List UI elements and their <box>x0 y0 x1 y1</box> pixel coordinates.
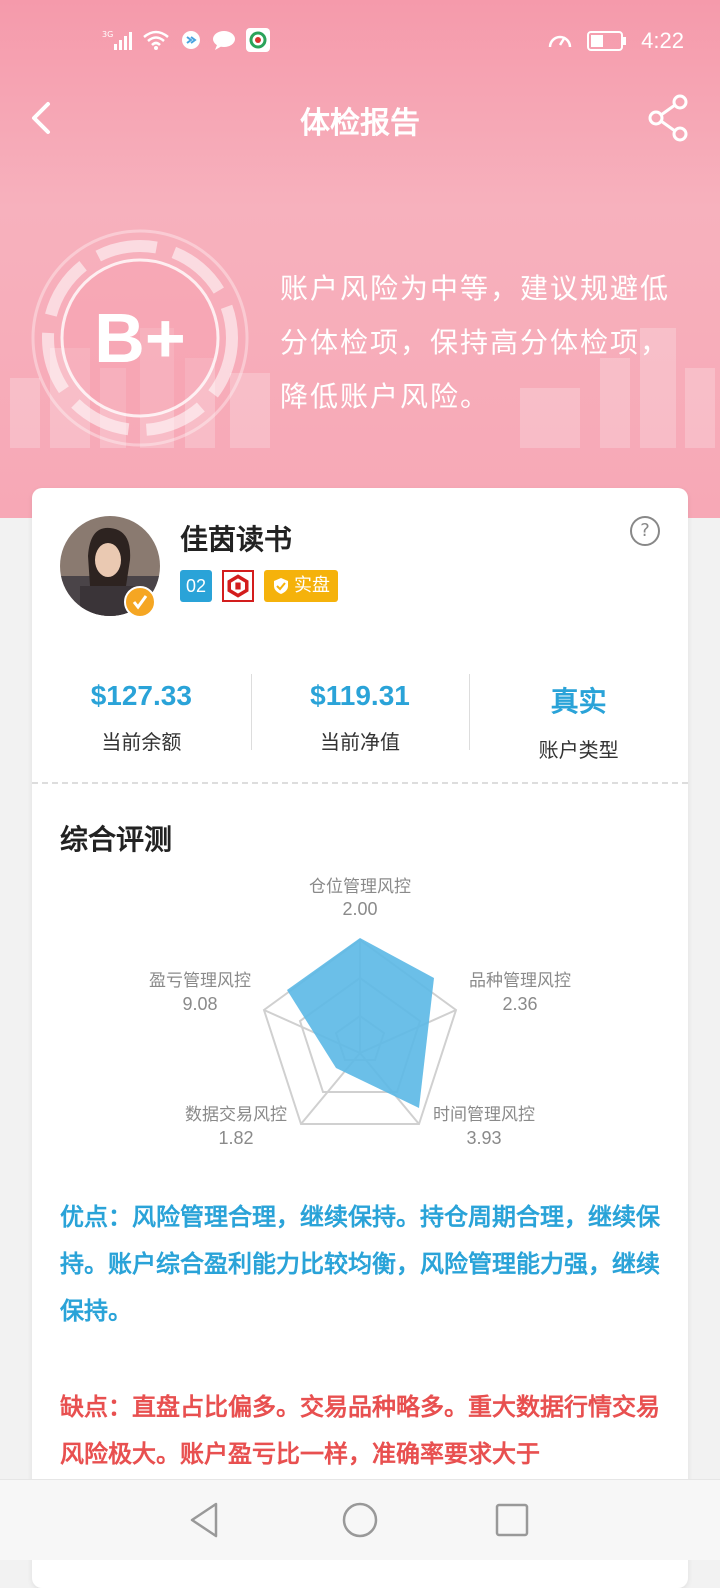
back-triangle-icon[interactable] <box>186 1500 226 1540</box>
signal-icon: 3G <box>102 30 132 50</box>
axis-value-position: 2.00 <box>342 899 377 919</box>
speed-icon <box>548 35 572 48</box>
home-circle-icon[interactable] <box>340 1500 380 1540</box>
shield-check-icon <box>274 578 289 594</box>
account-stats: $127.33 当前余额 $119.31 当前净值 真实 账户类型 <box>32 668 688 762</box>
broker-logo-icon <box>222 570 255 602</box>
axis-value-pnl: 9.08 <box>182 994 217 1014</box>
clock: 4:22 <box>641 28 684 53</box>
user-tags: 02 实盘 <box>180 570 339 602</box>
help-icon[interactable]: ? <box>630 516 660 546</box>
recent-apps-icon[interactable] <box>492 1500 532 1540</box>
axis-value-data-trading: 1.82 <box>218 1128 253 1148</box>
account-type-label: 账户类型 <box>538 738 619 762</box>
report-header-banner: 3G 4:22 体检报告 B+ 账户风险为中等，建议规避低分体检项，保持高分体检… <box>0 0 720 518</box>
real-account-label: 实盘 <box>294 575 331 596</box>
real-account-badge: 实盘 <box>264 570 339 602</box>
svg-text:3G: 3G <box>102 30 113 39</box>
wifi-icon <box>143 30 169 50</box>
status-bar: 3G 4:22 <box>0 0 720 84</box>
system-nav-bar <box>0 1479 720 1560</box>
report-card: 佳茵读书 02 实盘 ? $127.33 当前余额 $119.31 当前净值 真… <box>32 488 688 1588</box>
risk-summary-text: 账户风险为中等，建议规避低分体检项，保持高分体检项，降低账户风险。 <box>280 272 671 413</box>
balance-label: 当前余额 <box>101 730 182 754</box>
level-badge: 02 <box>180 570 213 602</box>
axis-label-pnl: 盈亏管理风控 <box>149 971 251 991</box>
user-name: 佳茵读书 <box>180 523 293 556</box>
stat-balance: $127.33 当前余额 <box>32 668 251 754</box>
browser-icon <box>246 28 270 52</box>
axis-value-time: 3.93 <box>466 1128 501 1148</box>
stat-equity: $119.31 当前净值 <box>250 668 470 754</box>
risk-grade: B+ <box>94 299 186 377</box>
app-notification-icon <box>182 31 200 49</box>
nav-bar: 体检报告 <box>0 84 720 152</box>
divider <box>32 782 688 784</box>
stat-account-type: 真实 账户类型 <box>469 668 688 762</box>
battery-icon <box>587 31 627 51</box>
verified-badge-icon <box>124 586 156 618</box>
radar-data-area <box>287 938 434 1108</box>
equity-value: $119.31 <box>310 680 410 711</box>
axis-label-data-trading: 数据交易风控 <box>185 1105 287 1125</box>
axis-label-time: 时间管理风控 <box>433 1105 535 1125</box>
pros-text: 优点：风险管理合理，继续保持。持仓周期合理，继续保持。账户综合盈利能力比较均衡，… <box>60 1203 660 1325</box>
account-type-value: 真实 <box>550 685 607 718</box>
cons-text: 缺点：直盘占比偏多。交易品种略多。重大数据行情交易风险极大。账户盈亏比一样，准确… <box>60 1393 660 1468</box>
axis-label-position: 仓位管理风控 <box>309 877 411 897</box>
message-icon <box>213 31 235 50</box>
axis-value-variety: 2.36 <box>502 994 537 1014</box>
section-title: 综合评测 <box>60 823 173 856</box>
radar-chart: 仓位管理风控 2.00 品种管理风控 2.36 时间管理风控 3.93 数据交易… <box>149 877 571 1148</box>
axis-label-variety: 品种管理风控 <box>469 971 571 991</box>
page-title: 体检报告 <box>300 106 420 141</box>
balance-value: $127.33 <box>90 680 192 711</box>
share-icon[interactable] <box>644 92 692 142</box>
equity-label: 当前净值 <box>320 730 400 754</box>
